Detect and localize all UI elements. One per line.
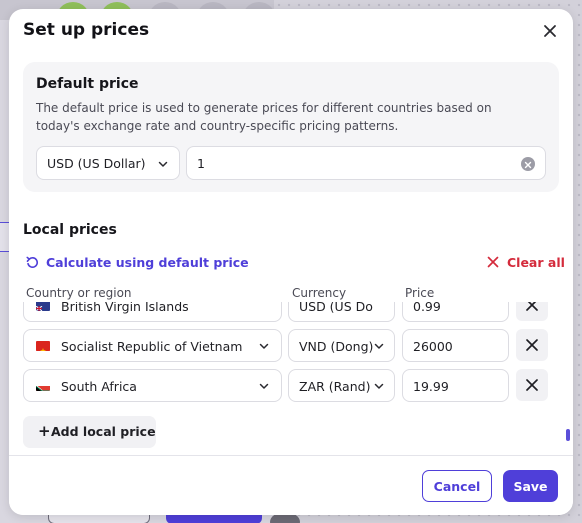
price-value: 19.99	[413, 379, 449, 394]
column-header-price: Price	[405, 286, 435, 300]
local-price-row: British Virgin Islands USD (US Do 0.99	[9, 302, 573, 323]
flag-za-icon	[36, 381, 50, 391]
currency-select[interactable]: USD (US Do	[288, 302, 395, 322]
currency-name: VND (Dong)	[299, 339, 374, 354]
chevron-down-icon	[374, 383, 384, 389]
close-button[interactable]	[540, 21, 560, 41]
country-name: South Africa	[61, 379, 137, 394]
price-value: 0.99	[413, 302, 441, 314]
scrollbar[interactable]	[566, 297, 570, 455]
currency-select[interactable]: ZAR (Rand)	[288, 369, 395, 402]
country-name: Socialist Republic of Vietnam	[61, 339, 243, 354]
default-price-title: Default price	[36, 76, 139, 92]
cancel-button[interactable]: Cancel	[422, 470, 492, 502]
close-icon	[526, 339, 538, 351]
country-select[interactable]: Socialist Republic of Vietnam	[23, 329, 282, 362]
clear-all-label: Clear all	[507, 254, 565, 270]
chevron-down-icon	[259, 343, 269, 349]
price-input[interactable]: 26000	[402, 329, 509, 362]
save-button[interactable]: Save	[503, 470, 558, 502]
close-icon	[487, 256, 499, 268]
price-input[interactable]: 19.99	[402, 369, 509, 402]
refresh-icon	[26, 256, 39, 268]
default-amount-value: 1	[197, 156, 205, 171]
country-name: British Virgin Islands	[61, 302, 189, 314]
currency-select[interactable]: VND (Dong)	[288, 329, 395, 362]
calculate-label: Calculate using default price	[46, 254, 249, 270]
local-prices-title: Local prices	[23, 222, 117, 238]
close-icon	[526, 379, 538, 391]
default-price-card: Default price The default price is used …	[23, 62, 559, 192]
column-header-currency: Currency	[292, 286, 347, 300]
chevron-down-icon	[374, 343, 384, 349]
plus-icon: +	[38, 422, 51, 440]
default-currency-select[interactable]: USD (US Dollar)	[36, 146, 180, 180]
chevron-down-icon	[158, 161, 168, 167]
clear-all-button[interactable]: Clear all	[487, 253, 565, 271]
default-price-description: The default price is used to generate pr…	[36, 101, 492, 133]
dialog-title: Set up prices	[23, 20, 150, 40]
clear-input-icon[interactable]	[521, 157, 535, 171]
default-amount-input[interactable]: 1	[186, 146, 546, 180]
add-local-price-button[interactable]: + Add local price	[23, 416, 156, 448]
currency-name: ZAR (Rand)	[299, 379, 371, 394]
calculate-default-price-link[interactable]: Calculate using default price	[25, 253, 249, 271]
price-value: 26000	[413, 339, 453, 354]
local-price-row: Socialist Republic of Vietnam VND (Dong)…	[9, 329, 573, 363]
dialog-body[interactable]: Default price The default price is used …	[9, 53, 573, 455]
flag-vg-icon	[36, 302, 50, 311]
dialog-footer: Cancel Save	[9, 455, 573, 515]
close-icon	[526, 302, 538, 311]
flag-vn-icon	[36, 341, 50, 351]
country-select[interactable]: South Africa	[23, 369, 282, 402]
chevron-down-icon	[259, 383, 269, 389]
remove-row-button[interactable]	[516, 302, 548, 321]
remove-row-button[interactable]	[516, 329, 548, 361]
currency-name: USD (US Do	[299, 302, 373, 314]
price-input[interactable]: 0.99	[402, 302, 509, 322]
set-up-prices-dialog: Set up prices Default price The default …	[9, 9, 573, 515]
add-local-price-label: Add local price	[51, 424, 156, 439]
default-currency-value: USD (US Dollar)	[47, 156, 146, 171]
local-price-row: South Africa ZAR (Rand) 19.99	[9, 369, 573, 403]
column-header-country: Country or region	[26, 286, 132, 300]
scrollbar-thumb[interactable]	[566, 429, 570, 441]
country-select[interactable]: British Virgin Islands	[23, 302, 282, 322]
close-icon	[544, 25, 556, 37]
remove-row-button[interactable]	[516, 369, 548, 401]
local-prices-list[interactable]: British Virgin Islands USD (US Do 0.99 S…	[9, 302, 573, 412]
dialog-header: Set up prices	[9, 9, 573, 53]
